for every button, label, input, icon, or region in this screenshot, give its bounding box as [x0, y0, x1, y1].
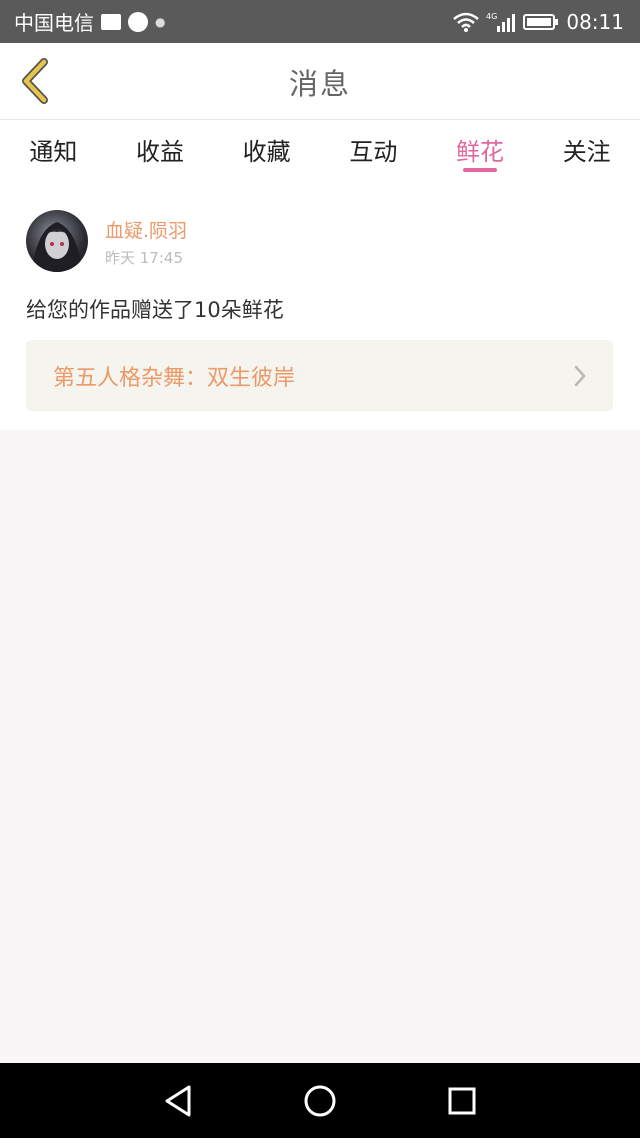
system-nav-bar — [0, 1063, 640, 1138]
work-title: 第五人格杂舞：双生彼岸 — [53, 365, 296, 391]
signal-icon: 4G — [486, 11, 516, 33]
chevron-right-icon — [574, 365, 586, 386]
tab-label: 互动 — [349, 137, 398, 166]
message-list: 血疑.陨羽 昨天 17:45 给您的作品赠送了10朵鲜花 第五人格杂舞：双生彼岸 — [0, 184, 640, 430]
status-bar-left: 中国电信 ● — [14, 7, 165, 36]
message-tabs: 通知 收益 收藏 互动 鲜花 关注 — [0, 120, 640, 184]
carrier-label: 中国电信 — [14, 11, 94, 35]
work-link-card[interactable]: 第五人格杂舞：双生彼岸 — [26, 340, 613, 411]
status-bar: 中国电信 ● 4G 08:11 — [0, 0, 640, 43]
active-tab-indicator — [463, 168, 498, 172]
tab-notifications[interactable]: 通知 — [0, 120, 107, 178]
tab-following[interactable]: 关注 — [533, 120, 640, 178]
tab-label: 通知 — [29, 137, 78, 166]
tab-label: 收藏 — [242, 137, 291, 166]
tab-label: 鲜花 — [456, 137, 505, 166]
battery-icon — [523, 13, 559, 31]
activity-icon — [101, 13, 121, 30]
wifi-icon — [453, 12, 480, 32]
message-text: 给您的作品赠送了10朵鲜花 — [26, 298, 284, 322]
nav-back-button[interactable] — [138, 1063, 218, 1138]
avatar-image — [32, 222, 82, 272]
app-header: 消息 — [0, 43, 640, 120]
page-title: 消息 — [288, 66, 351, 101]
tab-flowers[interactable]: 鲜花 — [427, 120, 534, 178]
tab-interactions[interactable]: 互动 — [320, 120, 427, 178]
clock: 08:11 — [566, 9, 624, 34]
circle-home-icon — [304, 1085, 336, 1116]
back-button[interactable] — [14, 57, 54, 105]
app-notification-icon — [128, 11, 148, 32]
status-bar-right: 4G 08:11 — [453, 10, 624, 34]
square-recents-icon — [448, 1087, 476, 1114]
tab-earnings[interactable]: 收益 — [107, 120, 214, 178]
tab-label: 收益 — [136, 137, 184, 166]
triangle-back-icon — [165, 1085, 191, 1116]
tab-label: 关注 — [562, 137, 611, 166]
sender-username[interactable]: 血疑.陨羽 — [105, 216, 187, 243]
nav-home-button[interactable] — [280, 1063, 360, 1138]
message-time: 昨天 17:45 — [105, 249, 183, 267]
chevron-left-icon — [22, 58, 48, 104]
nav-recents-button[interactable] — [422, 1063, 502, 1138]
tab-favorites[interactable]: 收藏 — [213, 120, 320, 178]
small-notification-icon: ● — [155, 14, 166, 29]
network-type-label: 4G — [486, 12, 497, 21]
avatar[interactable] — [26, 210, 88, 272]
